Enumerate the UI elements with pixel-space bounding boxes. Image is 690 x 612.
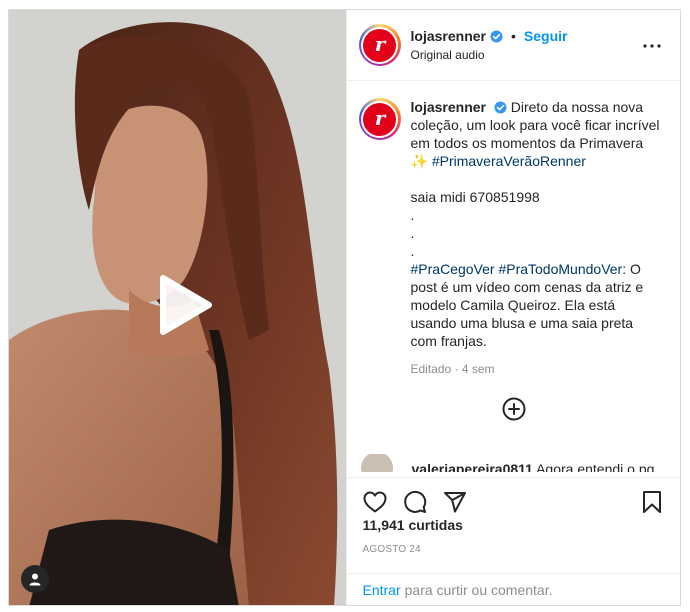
login-prompt-text: para curtir ou comentar. — [404, 581, 553, 598]
caption-body: lojasrenner Direto da nossa nova coleção… — [411, 98, 661, 378]
header-username[interactable]: lojasrenner — [411, 28, 486, 44]
account-icon — [29, 573, 41, 586]
hashtag-link[interactable]: #PraTodoMundoVer — [498, 261, 622, 277]
heart-icon — [363, 491, 386, 513]
hashtag-link[interactable]: #PraCegoVer — [411, 261, 495, 277]
caption-username[interactable]: lojasrenner — [411, 99, 486, 115]
caption-dot: . — [410, 225, 415, 241]
post-details-panel: r lojasrenner • Seguir Original audio r … — [345, 10, 681, 605]
comment-avatar[interactable] — [360, 454, 393, 472]
like-button[interactable] — [363, 490, 387, 514]
save-button[interactable] — [640, 490, 664, 514]
share-button[interactable] — [443, 490, 467, 514]
comment-item: valeriapereira0811 Agora entendi o pq — [360, 454, 661, 472]
more-options-icon — [643, 44, 661, 48]
play-icon — [160, 275, 212, 335]
separator-dot: • — [510, 28, 516, 44]
renner-logo-icon: r — [374, 34, 386, 56]
add-circle-icon — [502, 397, 525, 421]
more-options-button[interactable] — [640, 34, 664, 58]
comment-button[interactable] — [403, 490, 427, 514]
comment-text: Agora entendi o pq — [536, 461, 655, 472]
tagged-accounts-button[interactable] — [21, 565, 49, 593]
post-header: r lojasrenner • Seguir Original audio — [346, 10, 680, 81]
verified-badge-icon — [494, 101, 507, 114]
comments-section[interactable]: r lojasrenner Direto da nossa nova coleç… — [347, 81, 681, 477]
renner-logo-icon: r — [374, 108, 386, 130]
caption-dot: . — [410, 243, 415, 259]
comment-username[interactable]: valeriapereira0811 — [412, 461, 533, 472]
caption-product-code: saia midi 670851998 — [410, 189, 540, 205]
post-card: r lojasrenner • Seguir Original audio r … — [8, 9, 681, 606]
bookmark-icon — [643, 491, 661, 513]
profile-avatar[interactable]: r — [358, 24, 401, 66]
play-button[interactable] — [149, 272, 215, 338]
login-link[interactable]: Entrar — [363, 582, 401, 598]
caption: r lojasrenner Direto da nossa nova coleç… — [358, 98, 669, 378]
caption-meta: Editado · 4 sem — [410, 362, 495, 376]
svg-text:r: r — [374, 34, 386, 56]
caption-dot: . — [410, 207, 415, 223]
login-bar: Entrar para curtir ou comentar. — [346, 573, 680, 605]
follow-button[interactable]: Seguir — [524, 28, 568, 44]
verified-badge-icon — [490, 30, 503, 42]
post-date[interactable]: AGOSTO 24 — [363, 544, 421, 555]
audio-label[interactable]: Original audio — [411, 48, 568, 62]
load-more-comments-button[interactable] — [502, 397, 526, 421]
hashtag-link[interactable]: #PrimaveraVerãoRenner — [432, 153, 586, 169]
share-icon — [443, 492, 466, 513]
caption-avatar[interactable]: r — [358, 98, 401, 140]
comment-icon — [403, 490, 426, 513]
actions-area: 11,941 curtidas AGOSTO 24 — [346, 477, 680, 573]
svg-text:r: r — [374, 108, 386, 130]
post-video[interactable] — [9, 10, 346, 605]
likes-count[interactable]: 11,941 curtidas — [363, 517, 463, 533]
